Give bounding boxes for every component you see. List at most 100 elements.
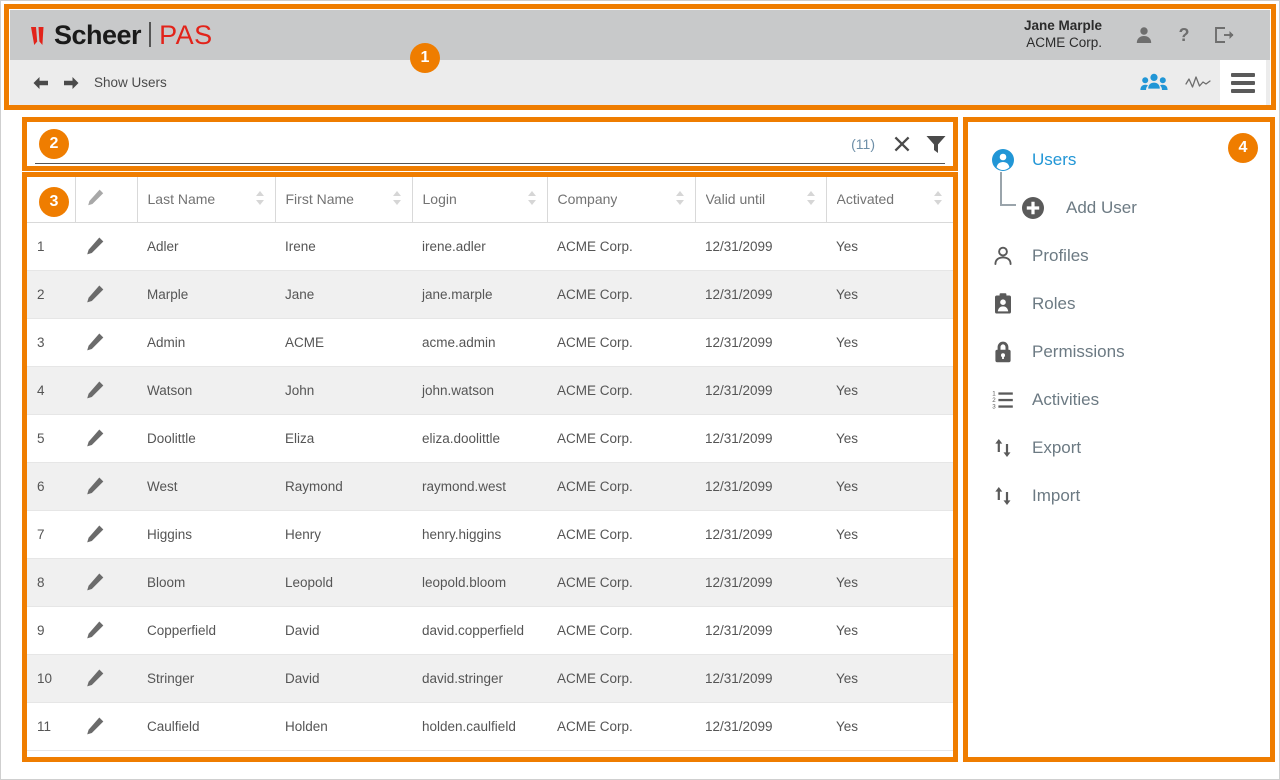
sort-updown-icon[interactable] bbox=[392, 190, 402, 209]
clear-x-icon[interactable] bbox=[885, 127, 919, 161]
pencil-edit-icon[interactable] bbox=[75, 222, 137, 270]
list-numbered-icon: 1 2 3 bbox=[990, 387, 1016, 413]
annotation-badge-4: 4 bbox=[1228, 133, 1258, 163]
cell-company: ACME Corp. bbox=[547, 702, 695, 750]
cell-last-name: Marple bbox=[137, 270, 275, 318]
user-profile-icon[interactable] bbox=[1124, 18, 1164, 52]
pencil-edit-icon[interactable] bbox=[75, 654, 137, 702]
filter-search-input[interactable] bbox=[27, 124, 851, 164]
monitoring-icon[interactable] bbox=[1176, 60, 1220, 105]
pencil-edit-icon bbox=[86, 194, 105, 210]
funnel-filter-icon[interactable] bbox=[919, 127, 953, 161]
col-header-last-name[interactable]: Last Name bbox=[137, 177, 275, 222]
pencil-edit-icon[interactable] bbox=[75, 702, 137, 750]
sidebar-item-profiles[interactable]: Profiles bbox=[968, 232, 1270, 280]
pencil-edit-icon[interactable] bbox=[75, 366, 137, 414]
cell-valid-until: 12/31/2099 bbox=[695, 702, 826, 750]
table-row[interactable]: 7HigginsHenryhenry.higginsACME Corp.12/3… bbox=[27, 510, 953, 558]
cell-last-name: Admin bbox=[137, 318, 275, 366]
tree-elbow-connector bbox=[1000, 172, 1016, 206]
table-row[interactable]: 6WestRaymondraymond.westACME Corp.12/31/… bbox=[27, 462, 953, 510]
import-arrows-icon bbox=[990, 483, 1016, 509]
sort-updown-icon[interactable] bbox=[527, 190, 537, 209]
roles-badge-icon bbox=[990, 291, 1016, 317]
pencil-edit-icon[interactable] bbox=[75, 462, 137, 510]
profile-icon bbox=[990, 243, 1016, 269]
cell-login: leopold.bloom bbox=[412, 558, 547, 606]
pencil-edit-icon[interactable] bbox=[75, 558, 137, 606]
cell-last-name: Bloom bbox=[137, 558, 275, 606]
col-header-edit bbox=[75, 177, 137, 222]
cell-company: ACME Corp. bbox=[547, 270, 695, 318]
pencil-edit-icon[interactable] bbox=[75, 510, 137, 558]
sidebar-item-add-user[interactable]: Add User bbox=[968, 184, 1270, 232]
cell-index: 7 bbox=[27, 510, 75, 558]
pencil-edit-icon[interactable] bbox=[75, 270, 137, 318]
table-row[interactable]: 1AdlerIreneirene.adlerACME Corp.12/31/20… bbox=[27, 222, 953, 270]
cell-activated: Yes bbox=[826, 702, 953, 750]
breadcrumb[interactable]: Show Users bbox=[94, 75, 167, 90]
current-user-name: Jane Marple bbox=[1024, 18, 1102, 35]
sort-updown-icon[interactable] bbox=[675, 190, 685, 209]
table-row[interactable]: 4WatsonJohnjohn.watsonACME Corp.12/31/20… bbox=[27, 366, 953, 414]
sort-updown-icon[interactable] bbox=[933, 190, 943, 209]
table-row[interactable]: 2MarpleJanejane.marpleACME Corp.12/31/20… bbox=[27, 270, 953, 318]
table-row[interactable]: 3AdminACMEacme.adminACME Corp.12/31/2099… bbox=[27, 318, 953, 366]
table-header-row: Last Name First Name bbox=[27, 177, 953, 222]
sidebar-item-permissions[interactable]: Permissions bbox=[968, 328, 1270, 376]
cell-company: ACME Corp. bbox=[547, 462, 695, 510]
cell-last-name: Higgins bbox=[137, 510, 275, 558]
cell-valid-until: 12/31/2099 bbox=[695, 606, 826, 654]
side-nav: Users Add User Profiles bbox=[968, 122, 1270, 757]
cell-valid-until: 12/31/2099 bbox=[695, 270, 826, 318]
sort-updown-icon[interactable] bbox=[806, 190, 816, 209]
sort-updown-icon[interactable] bbox=[255, 190, 265, 209]
table-row[interactable]: 9CopperfieldDaviddavid.copperfieldACME C… bbox=[27, 606, 953, 654]
cell-first-name: Holden bbox=[275, 702, 412, 750]
user-management-icon[interactable] bbox=[1132, 60, 1176, 105]
cell-last-name: Caulfield bbox=[137, 702, 275, 750]
pencil-edit-icon[interactable] bbox=[75, 606, 137, 654]
col-header-activated[interactable]: Activated bbox=[826, 177, 953, 222]
help-question-icon[interactable]: ? bbox=[1164, 18, 1204, 52]
cell-activated: Yes bbox=[826, 222, 953, 270]
cell-login: irene.adler bbox=[412, 222, 547, 270]
table-row[interactable]: 8BloomLeopoldleopold.bloomACME Corp.12/3… bbox=[27, 558, 953, 606]
cell-first-name: Leopold bbox=[275, 558, 412, 606]
pencil-edit-icon[interactable] bbox=[75, 318, 137, 366]
sidebar-item-export[interactable]: Export bbox=[968, 424, 1270, 472]
cell-company: ACME Corp. bbox=[547, 414, 695, 462]
cell-login: acme.admin bbox=[412, 318, 547, 366]
col-header-login[interactable]: Login bbox=[412, 177, 547, 222]
navigation-arrows bbox=[32, 74, 80, 92]
cell-login: holden.caulfield bbox=[412, 702, 547, 750]
logo-divider bbox=[149, 22, 151, 47]
sidebar-item-label: Export bbox=[1032, 438, 1081, 458]
cell-index: 11 bbox=[27, 702, 75, 750]
sidebar-item-activities[interactable]: 1 2 3 Activities bbox=[968, 376, 1270, 424]
forward-arrow-icon[interactable] bbox=[62, 74, 80, 92]
cell-index: 5 bbox=[27, 414, 75, 462]
cell-index: 4 bbox=[27, 366, 75, 414]
col-header-company[interactable]: Company bbox=[547, 177, 695, 222]
cell-first-name: Henry bbox=[275, 510, 412, 558]
col-header-first-name[interactable]: First Name bbox=[275, 177, 412, 222]
cell-activated: Yes bbox=[826, 462, 953, 510]
cell-first-name: David bbox=[275, 606, 412, 654]
table-row[interactable]: 11 CaulfieldHoldenholden.caulfieldACME Co… bbox=[27, 702, 953, 750]
sidebar-item-roles[interactable]: Roles bbox=[968, 280, 1270, 328]
cell-last-name: West bbox=[137, 462, 275, 510]
back-arrow-icon[interactable] bbox=[32, 74, 50, 92]
sidebar-item-import[interactable]: Import bbox=[968, 472, 1270, 520]
cell-company: ACME Corp. bbox=[547, 222, 695, 270]
cell-first-name: Irene bbox=[275, 222, 412, 270]
col-header-valid-until[interactable]: Valid until bbox=[695, 177, 826, 222]
logout-icon[interactable] bbox=[1204, 18, 1244, 52]
cell-first-name: Raymond bbox=[275, 462, 412, 510]
app-logo[interactable]: Scheer PAS bbox=[30, 19, 213, 51]
table-row[interactable]: 10StringerDaviddavid.stringerACME Corp.1… bbox=[27, 654, 953, 702]
app-screenshot: Scheer PAS Jane Marple ACME Corp. ? bbox=[0, 0, 1280, 780]
hamburger-menu-icon[interactable] bbox=[1220, 60, 1266, 105]
pencil-edit-icon[interactable] bbox=[75, 414, 137, 462]
table-row[interactable]: 5DoolittleElizaeliza.doolittleACME Corp.… bbox=[27, 414, 953, 462]
